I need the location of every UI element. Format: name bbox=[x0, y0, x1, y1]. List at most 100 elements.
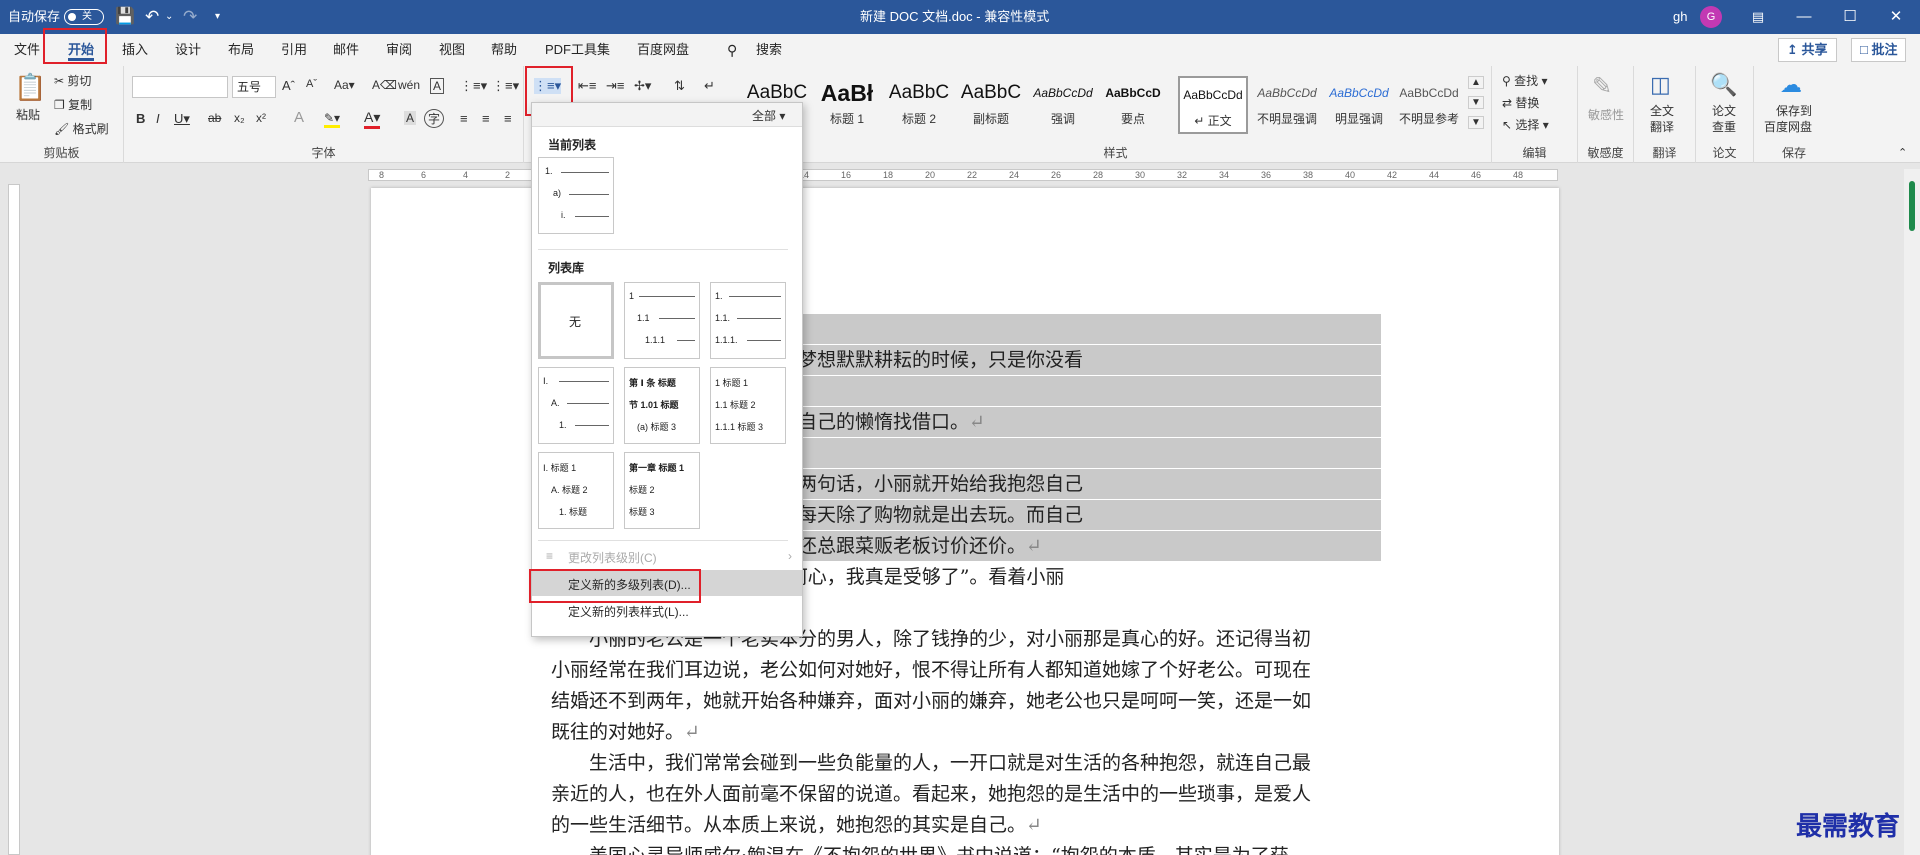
user-name[interactable]: gh bbox=[1673, 0, 1687, 34]
current-list-tile[interactable]: 1. a) i. bbox=[538, 157, 614, 234]
find-button[interactable]: ⚲ 查找 ▾ bbox=[1502, 72, 1548, 89]
style-subtitle[interactable]: AaBbC 副标题 bbox=[956, 76, 1026, 134]
document-line[interactable]: 小丽经常在我们耳边说，老公如何对她好，恨不得让所有人都知道她嫁了个好老公。可现在 bbox=[551, 655, 1381, 685]
ribbon-display-icon[interactable]: ▤ bbox=[1735, 0, 1781, 34]
paste-button[interactable]: 粘贴 bbox=[16, 106, 40, 123]
style-body[interactable]: AaBbCcDd ↵ 正文 bbox=[1178, 76, 1248, 134]
cut-button[interactable]: ✂ 剪切 bbox=[54, 72, 91, 89]
define-new-list-style-item[interactable]: 定义新的列表样式(L)... bbox=[568, 603, 689, 620]
italic-icon[interactable]: I bbox=[156, 111, 160, 126]
bullets-icon[interactable]: ⋮≡▾ bbox=[460, 78, 487, 94]
change-case-icon[interactable]: Aa▾ bbox=[334, 78, 355, 92]
list-roman-tile[interactable]: Ⅰ. A. 1. bbox=[538, 367, 614, 444]
document-line[interactable]: 的一些生活细节。从本质上来说，她抱怨的其实是自己。↵ bbox=[551, 810, 1381, 840]
font-color-icon[interactable]: A▾ bbox=[364, 109, 381, 129]
show-marks-icon[interactable]: ↵ bbox=[704, 78, 715, 94]
maximize-icon[interactable]: ☐ bbox=[1827, 0, 1873, 34]
customize-qat-icon[interactable]: ▾ bbox=[215, 0, 220, 34]
sensitivity-icon[interactable]: ✎ bbox=[1592, 72, 1612, 101]
tab-insert[interactable]: 插入 bbox=[122, 34, 148, 66]
close-icon[interactable]: ✕ bbox=[1873, 0, 1919, 34]
scrollbar-thumb[interactable] bbox=[1909, 181, 1915, 231]
chinese-layout-icon[interactable]: ✢▾ bbox=[634, 78, 651, 94]
char-border-icon[interactable]: A bbox=[430, 78, 445, 94]
enclose-char-icon[interactable]: 字 bbox=[424, 109, 445, 128]
bold-icon[interactable]: B bbox=[136, 111, 145, 126]
undo-icon[interactable]: ↶ bbox=[145, 0, 159, 34]
font-size-input[interactable]: 五号 bbox=[232, 76, 276, 98]
list-none-tile[interactable]: 无 bbox=[538, 282, 614, 359]
tab-references[interactable]: 引用 bbox=[281, 34, 307, 66]
collapse-ribbon-icon[interactable]: ⌃ bbox=[1898, 146, 1907, 159]
strikethrough-icon[interactable]: ab bbox=[208, 111, 221, 125]
paper-btn-line1[interactable]: 论文 bbox=[1712, 102, 1736, 119]
redo-icon[interactable]: ↷ bbox=[183, 0, 197, 34]
char-shading-icon[interactable]: A bbox=[404, 111, 417, 125]
copy-button[interactable]: ❐ 复制 bbox=[54, 96, 92, 113]
tab-file[interactable]: 文件 bbox=[14, 34, 40, 66]
decrease-indent-icon[interactable]: ⇤≡ bbox=[578, 78, 596, 94]
share-button[interactable]: ↥ 共享 bbox=[1778, 38, 1837, 62]
document-line[interactable]: 结婚还不到两年，她就开始各种嫌弃，面对小丽的嫌弃，她老公也只是呵呵一笑，还是一如 bbox=[551, 686, 1381, 716]
superscript-icon[interactable]: x² bbox=[256, 111, 266, 125]
save-btn-line2[interactable]: 百度网盘 bbox=[1764, 118, 1812, 135]
document-line[interactable]: 美国心灵导师威尔·鲍温在《不抱怨的世界》书中说道：“抱怨的本质，其实是为了获 bbox=[551, 841, 1381, 855]
tab-mailings[interactable]: 邮件 bbox=[333, 34, 359, 66]
format-painter-button[interactable]: 🖌 格式刷 bbox=[54, 120, 109, 137]
clear-format-icon[interactable]: A⌫ bbox=[372, 78, 397, 92]
select-button[interactable]: ↖ 选择 ▾ bbox=[1502, 116, 1549, 133]
autosave-toggle[interactable]: 关 bbox=[64, 9, 104, 25]
style-subtle-emphasis[interactable]: AaBbCcDd 不明显强调 bbox=[1252, 76, 1322, 134]
document-line[interactable]: 亲近的人，也在外人面前毫不保留的说道。看起来，她抱怨的是生活中的一些琐事，是爱人 bbox=[551, 779, 1381, 809]
align-center-icon[interactable]: ≡ bbox=[482, 111, 490, 126]
undo-dropdown-icon[interactable]: ⌄ bbox=[165, 0, 173, 34]
text-effects-icon[interactable]: A bbox=[294, 109, 304, 126]
tab-home[interactable]: 开始 bbox=[68, 34, 95, 66]
align-right-icon[interactable]: ≡ bbox=[504, 111, 512, 126]
multilevel-list-icon[interactable]: ⋮≡▾ bbox=[534, 78, 562, 94]
styles-scroll-down-icon[interactable]: ▼ bbox=[1468, 96, 1484, 109]
sort-icon[interactable]: ⇅ bbox=[674, 78, 685, 94]
translate-icon[interactable]: ◫ bbox=[1650, 72, 1671, 98]
subscript-icon[interactable]: x₂ bbox=[234, 111, 245, 125]
paste-icon[interactable]: 📋 bbox=[14, 72, 46, 103]
tab-pdf-tools[interactable]: PDF工具集 bbox=[545, 34, 610, 66]
document-line[interactable]: 生活中，我们常常会碰到一些负能量的人，一开口就是对生活的各种抱怨，就连自己最 bbox=[551, 748, 1381, 778]
list-numeric-tile[interactable]: 1 1.1 1.1.1 bbox=[624, 282, 700, 359]
style-emphasis[interactable]: AaBbCcDd 强调 bbox=[1028, 76, 1098, 134]
vertical-scrollbar[interactable] bbox=[1904, 169, 1920, 855]
translate-btn-line1[interactable]: 全文 bbox=[1650, 102, 1674, 119]
styles-more-icon[interactable]: ▼ bbox=[1468, 116, 1484, 129]
search-box[interactable]: 搜索 bbox=[756, 34, 782, 66]
highlight-color-icon[interactable]: ✎▾ bbox=[324, 111, 341, 128]
list-numeric-dot-tile[interactable]: 1. 1.1. 1.1.1. bbox=[710, 282, 786, 359]
define-new-multilevel-item[interactable]: 定义新的多级列表(D)... bbox=[568, 576, 691, 593]
tab-layout[interactable]: 布局 bbox=[228, 34, 254, 66]
filter-dropdown[interactable]: 全部 ▾ bbox=[752, 107, 785, 124]
paper-btn-line2[interactable]: 查重 bbox=[1712, 118, 1736, 135]
paper-check-icon[interactable]: 🔍 bbox=[1710, 72, 1737, 98]
tab-baidu-netdisk[interactable]: 百度网盘 bbox=[637, 34, 689, 66]
replace-button[interactable]: ⇄ 替换 bbox=[1502, 94, 1539, 111]
phonetic-guide-icon[interactable]: wén bbox=[398, 78, 420, 92]
style-heading-1[interactable]: AaBł 标题 1 bbox=[812, 76, 882, 134]
align-left-icon[interactable]: ≡ bbox=[460, 111, 468, 126]
cloud-icon[interactable]: ☁ bbox=[1780, 72, 1802, 98]
search-icon[interactable]: ⚲ bbox=[727, 34, 737, 66]
tab-help[interactable]: 帮助 bbox=[491, 34, 517, 66]
list-heading-roman-tile[interactable]: Ⅰ. 标题 1 A. 标题 2 1. 标题 bbox=[538, 452, 614, 529]
style-subtle-reference[interactable]: AaBbCcDd 不明显参考 bbox=[1394, 76, 1464, 134]
comments-button[interactable]: □ 批注 bbox=[1851, 38, 1907, 62]
save-btn-line1[interactable]: 保存到 bbox=[1776, 102, 1812, 119]
minimize-icon[interactable]: — bbox=[1781, 0, 1827, 34]
style-heading-2[interactable]: AaBbC 标题 2 bbox=[884, 76, 954, 134]
sensitivity-button[interactable]: 敏感性 bbox=[1588, 106, 1624, 123]
shrink-font-icon[interactable]: Aˇ bbox=[306, 78, 317, 90]
grow-font-icon[interactable]: Aˆ bbox=[282, 78, 295, 93]
save-icon[interactable]: 💾 bbox=[115, 0, 135, 34]
style-strong[interactable]: AaBbCcD 要点 bbox=[1098, 76, 1168, 134]
font-name-input[interactable] bbox=[132, 76, 228, 98]
change-list-level-item[interactable]: 更改列表级别(C) bbox=[568, 549, 657, 566]
underline-icon[interactable]: U▾ bbox=[174, 111, 190, 127]
tab-design[interactable]: 设计 bbox=[175, 34, 201, 66]
